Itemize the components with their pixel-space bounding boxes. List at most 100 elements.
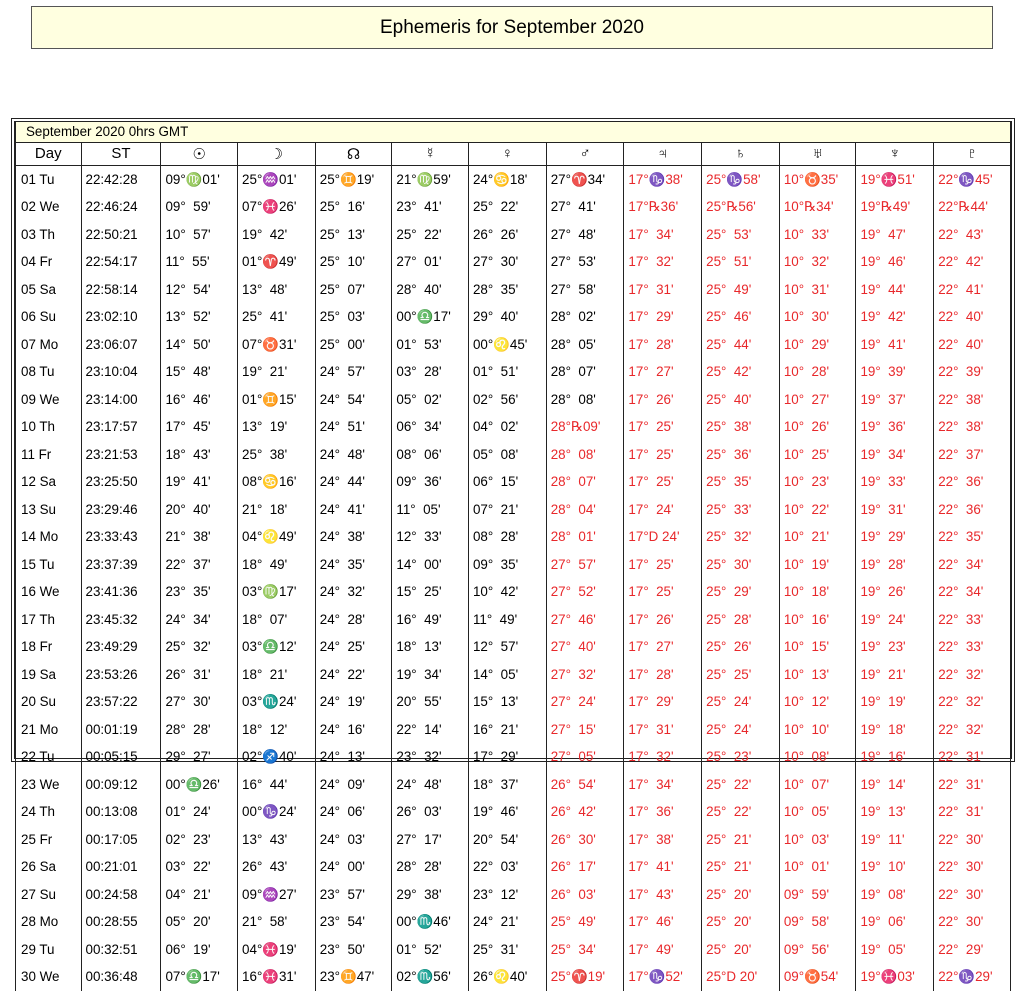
cell-jupiter: 17° 25' — [623, 578, 703, 606]
cell-moon: 00°♑24' — [237, 798, 316, 826]
cell-day: 15 Tu — [15, 550, 82, 578]
cell-pluto: 22° 32' — [933, 688, 1011, 716]
cell-node: 24° 28' — [314, 605, 393, 633]
cell-sidereal-time: 23:45:32 — [80, 605, 162, 633]
cell-venus: 17° 29' — [467, 743, 547, 771]
cell-day: 07 Mo — [15, 330, 82, 358]
cell-moon: 16° 44' — [237, 770, 316, 798]
cell-moon: 19° 21' — [237, 358, 316, 386]
header-moon-icon: ☽ — [237, 142, 316, 166]
cell-pluto: 22° 34' — [933, 550, 1011, 578]
cell-pluto: 22° 31' — [933, 743, 1011, 771]
cell-saturn: 25° 20' — [701, 908, 780, 936]
cell-saturn: 25° 28' — [701, 605, 780, 633]
cell-mars: 27° 05' — [545, 743, 625, 771]
day-group: 13 Su 23:29:46 20° 40' 21° 18' 24° 41' 11° 05… — [15, 495, 1011, 688]
cell-jupiter: 17°D 24' — [623, 523, 703, 551]
cell-neptune: 19° 23' — [855, 633, 935, 661]
cell-moon: 25° 38' — [237, 440, 316, 468]
cell-mercury: 29° 38' — [391, 880, 469, 908]
cell-mars: 28°℞09' — [545, 413, 625, 441]
cell-jupiter: 17° 26' — [623, 605, 703, 633]
cell-venus: 11° 49' — [467, 605, 547, 633]
table-row: 02 We 22:46:24 09° 59' 07°♓26' 25° 16' 23° 41… — [15, 193, 1011, 221]
cell-moon: 13° 48' — [237, 275, 316, 303]
table-row: 04 Fr 22:54:17 11° 55' 01°♈49' 25° 10' 27° 01… — [15, 248, 1011, 276]
cell-neptune: 19° 44' — [855, 275, 935, 303]
cell-moon: 03°♍17' — [237, 578, 316, 606]
cell-venus: 24° 21' — [467, 908, 547, 936]
cell-uranus: 10° 05' — [778, 798, 857, 826]
cell-saturn: 25° 35' — [701, 468, 780, 496]
cell-jupiter: 17°♑38' — [623, 165, 703, 193]
cell-jupiter: 17° 25' — [623, 413, 703, 441]
cell-venus: 27° 30' — [467, 248, 547, 276]
cell-sun: 05° 20' — [160, 908, 239, 936]
header-sun-icon: ☉ — [160, 142, 239, 166]
cell-venus: 16° 21' — [467, 715, 547, 743]
cell-uranus: 10° 25' — [778, 440, 857, 468]
cell-mars: 27° 57' — [545, 550, 625, 578]
cell-mars: 26° 30' — [545, 825, 625, 853]
cell-pluto: 22° 35' — [933, 523, 1011, 551]
cell-sidereal-time: 00:13:08 — [80, 798, 162, 826]
cell-pluto: 22° 32' — [933, 660, 1011, 688]
cell-node: 24° 41' — [314, 495, 393, 523]
cell-day: 25 Fr — [15, 825, 82, 853]
cell-node: 24° 44' — [314, 468, 393, 496]
cell-saturn: 25° 23' — [701, 743, 780, 771]
cell-pluto: 22° 30' — [933, 853, 1011, 881]
cell-jupiter: 17° 25' — [623, 550, 703, 578]
cell-venus: 07° 21' — [467, 495, 547, 523]
cell-node: 24° 57' — [314, 358, 393, 386]
cell-pluto: 22° 31' — [933, 798, 1011, 826]
cell-mars: 28° 07' — [545, 468, 625, 496]
cell-saturn: 25° 46' — [701, 303, 780, 331]
cell-moon: 01°♊15' — [237, 385, 316, 413]
cell-saturn: 25°D 20' — [701, 963, 780, 991]
cell-sidereal-time: 00:01:19 — [80, 715, 162, 743]
cell-mercury: 05° 02' — [391, 385, 469, 413]
table-row: 21 Mo 00:01:19 28° 28' 18° 12' 24° 16' 22° 14… — [15, 715, 1011, 743]
cell-sidereal-time: 23:14:00 — [80, 385, 162, 413]
cell-pluto: 22°♑45' — [933, 165, 1011, 193]
cell-mercury: 02°♏56' — [391, 963, 469, 991]
cell-mars: 28° 05' — [545, 330, 625, 358]
cell-node: 24° 09' — [314, 770, 393, 798]
cell-node: 24° 32' — [314, 578, 393, 606]
table-row: 01 Tu 22:42:28 09°♍01' 25°♒01' 25°♊19' 21°♍59… — [15, 165, 1011, 193]
cell-pluto: 22° 39' — [933, 358, 1011, 386]
cell-neptune: 19° 39' — [855, 358, 935, 386]
cell-mercury: 00°♏46' — [391, 908, 469, 936]
cell-venus: 00°♌45' — [467, 330, 547, 358]
cell-mercury: 15° 25' — [391, 578, 469, 606]
cell-jupiter: 17° 27' — [623, 633, 703, 661]
table-row: 14 Mo 23:33:43 21° 38' 04°♌49' 24° 38' 12° 33… — [15, 523, 1011, 551]
cell-neptune: 19° 28' — [855, 550, 935, 578]
cell-mars: 27° 40' — [545, 633, 625, 661]
table-row: 23 We 00:09:12 00°♎26' 16° 44' 24° 09' 24° 48… — [15, 770, 1011, 798]
cell-sidereal-time: 00:17:05 — [80, 825, 162, 853]
cell-jupiter: 17° 29' — [623, 688, 703, 716]
cell-sidereal-time: 23:02:10 — [80, 303, 162, 331]
cell-mars: 27° 52' — [545, 578, 625, 606]
cell-pluto: 22° 42' — [933, 248, 1011, 276]
cell-day: 08 Tu — [15, 358, 82, 386]
cell-saturn: 25° 32' — [701, 523, 780, 551]
cell-mercury: 09° 36' — [391, 468, 469, 496]
cell-sidereal-time: 23:06:07 — [80, 330, 162, 358]
cell-day: 21 Mo — [15, 715, 82, 743]
cell-venus: 22° 03' — [467, 853, 547, 881]
cell-day: 12 Sa — [15, 468, 82, 496]
table-row: 30 We 00:36:48 07°♎17' 16°♓31' 23°♊47' 02°♏56… — [15, 963, 1011, 991]
cell-sun: 00°♎26' — [160, 770, 239, 798]
cell-sun: 11° 55' — [160, 248, 239, 276]
cell-pluto: 22° 32' — [933, 715, 1011, 743]
cell-pluto: 22° 34' — [933, 578, 1011, 606]
table-row: 06 Su 23:02:10 13° 52' 25° 41' 25° 03' 00°♎17… — [15, 303, 1011, 331]
cell-day: 17 Th — [15, 605, 82, 633]
cell-day: 27 Su — [15, 880, 82, 908]
table-row: 08 Tu 23:10:04 15° 48' 19° 21' 24° 57' 03° 28… — [15, 358, 1011, 386]
cell-saturn: 25° 22' — [701, 770, 780, 798]
table-row: 03 Th 22:50:21 10° 57' 19° 42' 25° 13' 25° 22… — [15, 220, 1011, 248]
